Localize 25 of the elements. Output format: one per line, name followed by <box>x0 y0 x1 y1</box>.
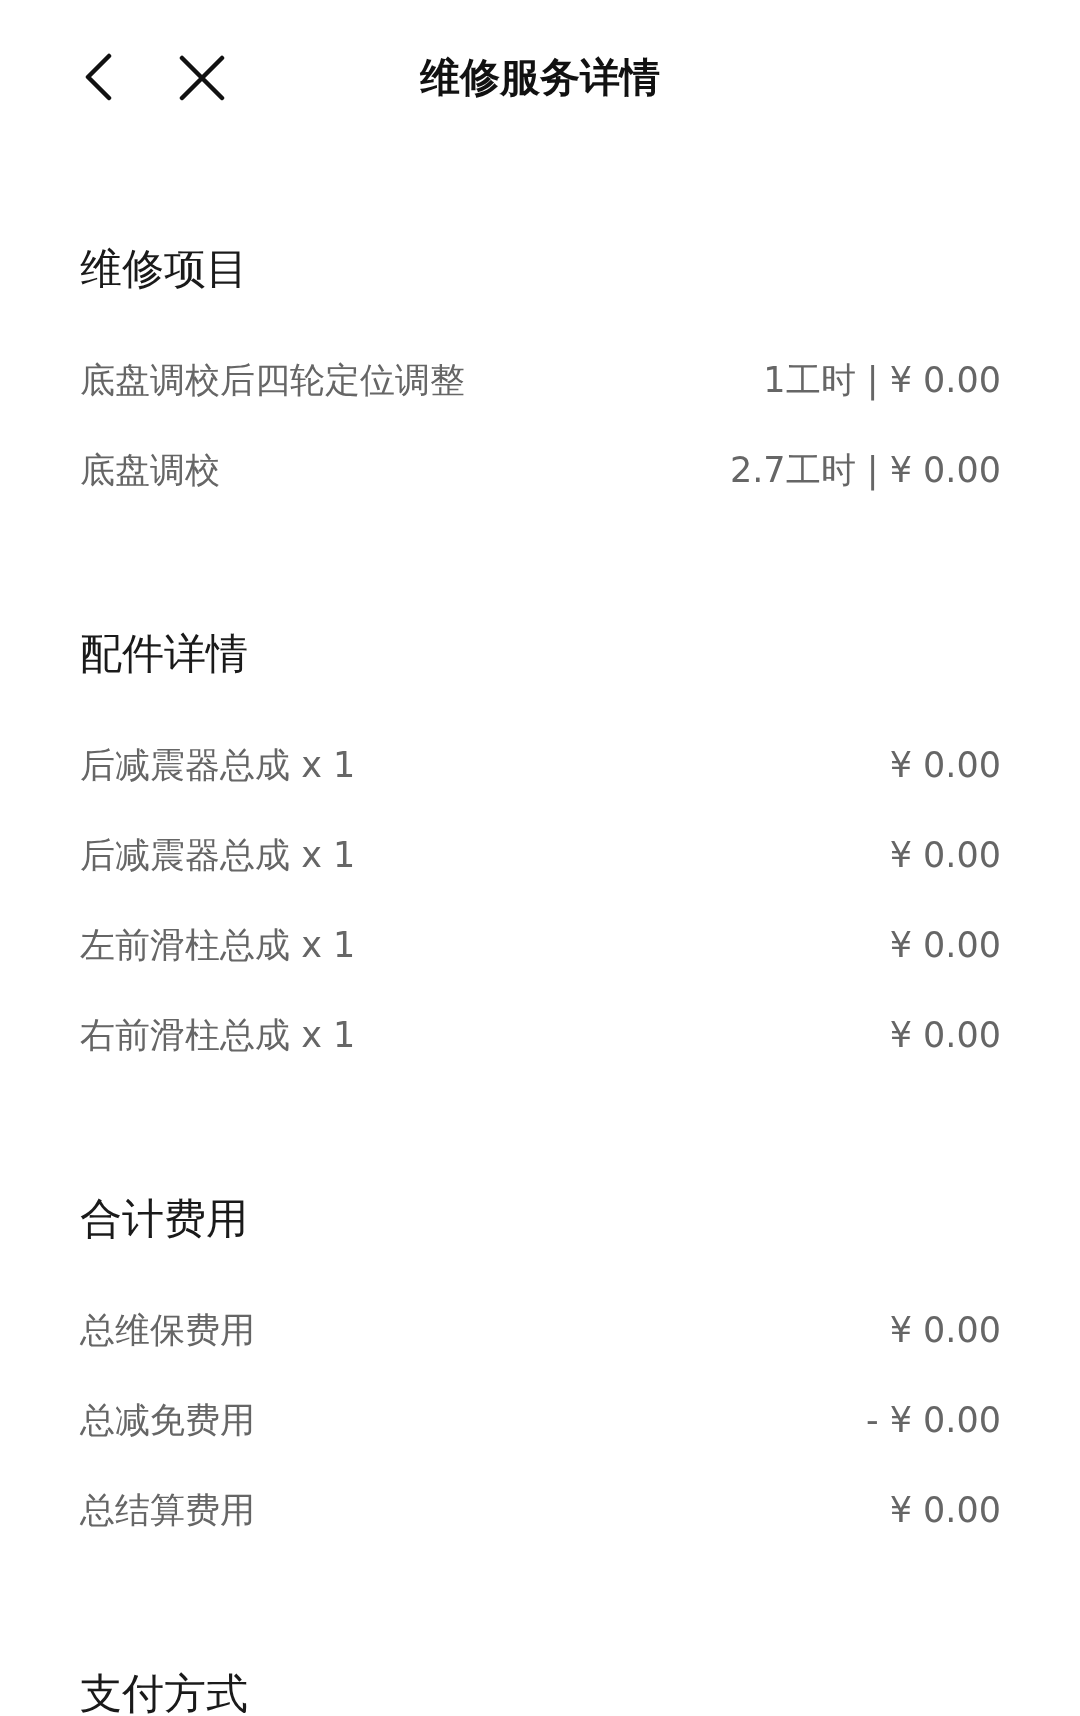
section-heading: 支付方式 <box>80 1667 248 1716</box>
item-label: 右前滑柱总成 x 1 <box>80 1013 356 1057</box>
item-label: 后减震器总成 x 1 <box>80 743 356 787</box>
back-icon <box>83 53 113 101</box>
item-label: 左前滑柱总成 x 1 <box>80 923 356 967</box>
item-value: ¥ 0.00 <box>889 743 1001 787</box>
item-value: ¥ 0.00 <box>889 833 1001 877</box>
item-label: 总结算费用 <box>80 1488 255 1532</box>
item-value: - ¥ 0.00 <box>865 1398 1001 1442</box>
item-label: 总减免费用 <box>80 1398 255 1442</box>
item-label: 底盘调校后四轮定位调整 <box>80 358 465 402</box>
item-value: ¥ 0.00 <box>889 1013 1001 1057</box>
item-label: 后减震器总成 x 1 <box>80 833 356 877</box>
section-heading: 配件详情 <box>80 627 248 680</box>
section-heading: 合计费用 <box>80 1192 248 1245</box>
item-label: 总维保费用 <box>80 1308 255 1352</box>
item-label: 底盘调校 <box>80 448 220 492</box>
item-value: ¥ 0.00 <box>889 1488 1001 1532</box>
item-value: ¥ 0.00 <box>889 1308 1001 1352</box>
item-value: ¥ 0.00 <box>889 923 1001 967</box>
section-heading: 维修项目 <box>80 242 248 295</box>
close-icon <box>179 55 225 101</box>
page-title: 维修服务详情 <box>420 53 660 102</box>
item-value: 2.7工时 | ¥ 0.00 <box>729 448 1001 493</box>
item-value: 1工时 | ¥ 0.00 <box>763 358 1001 403</box>
